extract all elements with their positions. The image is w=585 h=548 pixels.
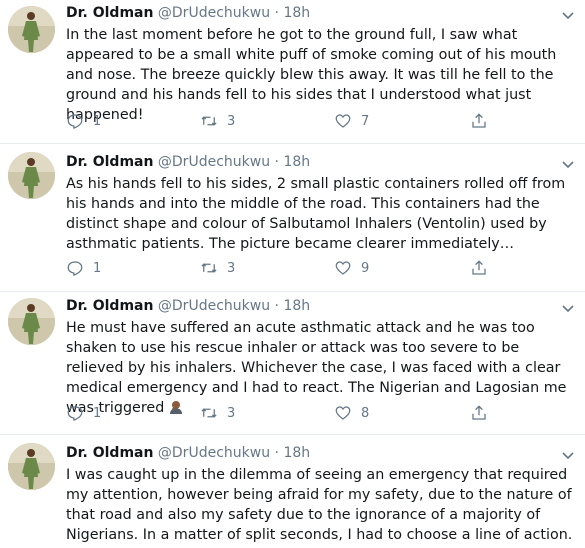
- reply-button[interactable]: 1: [66, 111, 101, 131]
- chevron-down-icon[interactable]: [561, 7, 575, 21]
- reply-count: 1: [93, 260, 102, 276]
- avatar[interactable]: [8, 443, 55, 490]
- display-name[interactable]: Dr. Oldman: [66, 445, 153, 461]
- heart-icon: [335, 114, 351, 128]
- username[interactable]: @DrUdechukwu: [158, 298, 270, 314]
- heart-icon: [335, 406, 351, 420]
- reply-icon: [67, 114, 83, 129]
- tweet-header: Dr. Oldman @DrUdechukwu · 18h: [66, 296, 310, 316]
- tweet-actions: 1 3 7: [66, 111, 506, 131]
- tweet-actions: 1 3 9: [66, 258, 506, 278]
- like-count: 9: [361, 260, 370, 276]
- avatar[interactable]: [8, 6, 55, 53]
- tweet-header: Dr. Oldman @DrUdechukwu · 18h: [66, 443, 310, 463]
- share-icon: [472, 405, 486, 420]
- tweet-text: I was caught up in the dilemma of seeing…: [66, 467, 573, 543]
- retweet-icon: [201, 263, 217, 273]
- username[interactable]: @DrUdechukwu: [158, 154, 270, 170]
- reply-icon: [67, 406, 83, 421]
- share-button[interactable]: [470, 111, 488, 131]
- retweet-button[interactable]: 3: [200, 111, 235, 131]
- tweet[interactable]: Dr. Oldman @DrUdechukwu · 18h In the las…: [0, 0, 585, 144]
- tweet-header: Dr. Oldman @DrUdechukwu · 18h: [66, 152, 310, 172]
- tweet-actions: 1 3 8: [66, 403, 506, 423]
- timestamp[interactable]: 18h: [283, 5, 310, 21]
- tweet-text: As his hands fell to his sides, 2 small …: [66, 176, 566, 252]
- share-button[interactable]: [470, 403, 488, 423]
- retweet-button[interactable]: 3: [200, 258, 235, 278]
- display-name[interactable]: Dr. Oldman: [66, 154, 153, 170]
- heart-icon: [335, 261, 351, 275]
- reply-count: 1: [93, 405, 102, 421]
- tweet[interactable]: Dr. Oldman @DrUdechukwu · 18h As his han…: [0, 144, 585, 292]
- tweet-header: Dr. Oldman @DrUdechukwu · 18h: [66, 3, 310, 23]
- like-count: 8: [361, 405, 370, 421]
- chevron-down-icon[interactable]: [561, 300, 575, 314]
- avatar[interactable]: [8, 152, 55, 199]
- separator-dot: ·: [274, 298, 279, 314]
- retweet-icon: [201, 116, 217, 126]
- timestamp[interactable]: 18h: [283, 298, 310, 314]
- separator-dot: ·: [274, 5, 279, 21]
- avatar[interactable]: [8, 298, 55, 345]
- retweet-count: 3: [227, 260, 236, 276]
- retweet-count: 3: [227, 113, 236, 129]
- share-icon: [472, 113, 486, 128]
- separator-dot: ·: [274, 445, 279, 461]
- like-button[interactable]: 8: [334, 403, 369, 423]
- reply-icon: [67, 261, 83, 276]
- retweet-button[interactable]: 3: [200, 403, 235, 423]
- tweet[interactable]: Dr. Oldman @DrUdechukwu · 18h He must ha…: [0, 292, 585, 435]
- display-name[interactable]: Dr. Oldman: [66, 5, 153, 21]
- tweet-text: In the last moment before he got to the …: [66, 27, 557, 123]
- retweet-icon: [201, 408, 217, 418]
- tweet[interactable]: Dr. Oldman @DrUdechukwu · 18h I was caug…: [0, 435, 585, 548]
- timestamp[interactable]: 18h: [283, 445, 310, 461]
- separator-dot: ·: [274, 154, 279, 170]
- share-button[interactable]: [470, 258, 488, 278]
- like-count: 7: [361, 113, 370, 129]
- like-button[interactable]: 7: [334, 111, 369, 131]
- reply-button[interactable]: 1: [66, 258, 101, 278]
- share-icon: [472, 260, 486, 275]
- username[interactable]: @DrUdechukwu: [158, 445, 270, 461]
- tweet-text-body: He must have suffered an acute asthmatic…: [66, 320, 567, 416]
- username[interactable]: @DrUdechukwu: [158, 5, 270, 21]
- display-name[interactable]: Dr. Oldman: [66, 298, 153, 314]
- timestamp[interactable]: 18h: [283, 154, 310, 170]
- like-button[interactable]: 9: [334, 258, 369, 278]
- retweet-count: 3: [227, 405, 236, 421]
- reply-button[interactable]: 1: [66, 403, 101, 423]
- chevron-down-icon[interactable]: [561, 447, 575, 461]
- reply-count: 1: [93, 113, 102, 129]
- chevron-down-icon[interactable]: [561, 156, 575, 170]
